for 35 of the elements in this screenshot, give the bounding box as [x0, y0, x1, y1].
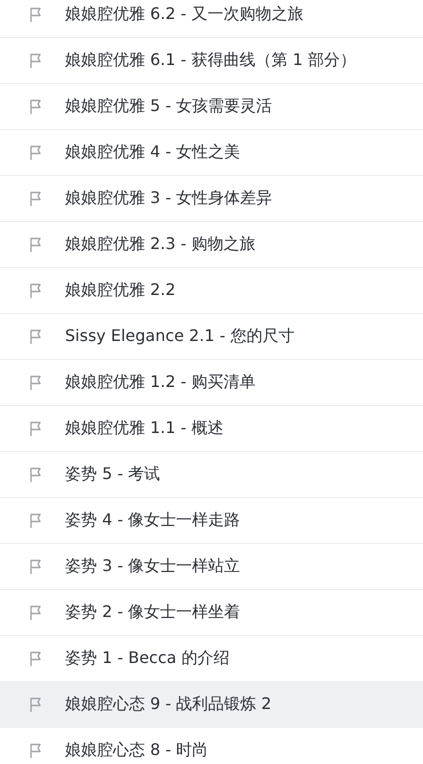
- flag-icon: [29, 742, 43, 758]
- flag-icon: [29, 558, 43, 574]
- flag-icon: [29, 52, 43, 68]
- lesson-row[interactable]: 娘娘腔心态 9 - 战利品锻炼 2: [0, 682, 423, 728]
- flag-icon: [29, 144, 43, 160]
- lesson-title: 姿势 3 - 像女士一样站立: [65, 556, 240, 577]
- lesson-title: 娘娘腔心态 9 - 战利品锻炼 2: [65, 694, 272, 715]
- flag-icon: [29, 98, 43, 114]
- flag-icon: [29, 420, 43, 436]
- lesson-title: 娘娘腔优雅 6.1 - 获得曲线（第 1 部分）: [65, 50, 356, 71]
- lesson-title: 姿势 2 - 像女士一样坐着: [65, 602, 240, 623]
- flag-icon: [29, 6, 43, 22]
- flag-icon: [29, 604, 43, 620]
- lesson-title: Sissy Elegance 2.1 - 您的尺寸: [65, 326, 294, 347]
- flag-icon: [29, 650, 43, 666]
- lesson-title: 娘娘腔优雅 2.2: [65, 280, 176, 301]
- flag-icon: [29, 282, 43, 298]
- flag-icon: [29, 696, 43, 712]
- flag-icon: [29, 512, 43, 528]
- lesson-title: 姿势 1 - Becca 的介绍: [65, 648, 230, 669]
- lesson-title: 姿势 4 - 像女士一样走路: [65, 510, 240, 531]
- lesson-title: 娘娘腔优雅 1.2 - 购买清单: [65, 372, 256, 393]
- flag-icon: [29, 190, 43, 206]
- flag-icon: [29, 236, 43, 252]
- lesson-title: 娘娘腔优雅 5 - 女孩需要灵活: [65, 96, 272, 117]
- flag-icon: [29, 374, 43, 390]
- flag-icon: [29, 466, 43, 482]
- lesson-title: 姿势 5 - 考试: [65, 464, 160, 485]
- lesson-title: 娘娘腔优雅 6.2 - 又一次购物之旅: [65, 4, 304, 25]
- flag-icon: [29, 328, 43, 344]
- lesson-title: 娘娘腔优雅 3 - 女性身体差异: [65, 188, 272, 209]
- lesson-title: 娘娘腔心态 8 - 时尚: [65, 740, 208, 761]
- lesson-title: 娘娘腔优雅 4 - 女性之美: [65, 142, 240, 163]
- lesson-title: 娘娘腔优雅 2.3 - 购物之旅: [65, 234, 256, 255]
- lesson-title: 娘娘腔优雅 1.1 - 概述: [65, 418, 224, 439]
